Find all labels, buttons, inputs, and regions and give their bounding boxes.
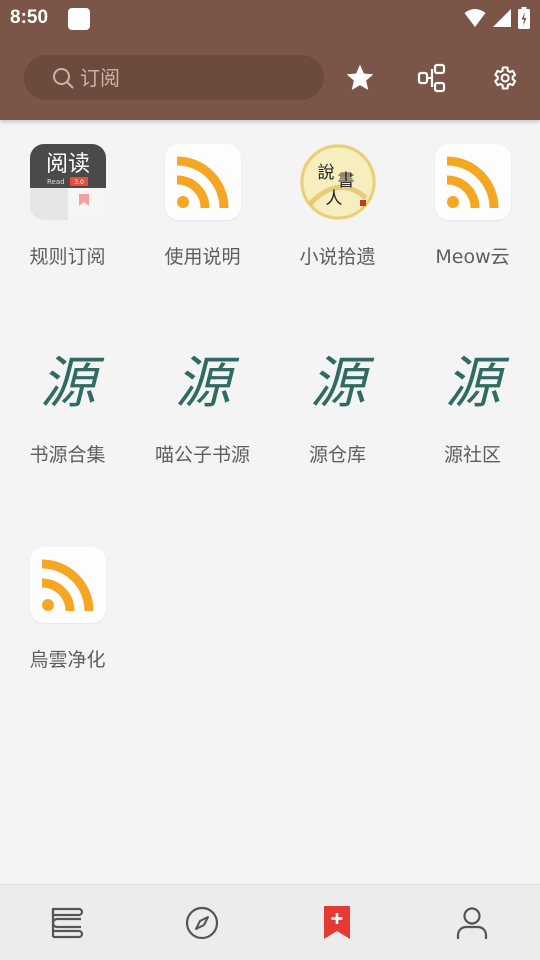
source-item[interactable]: 阅读 Read 3.0 规则订阅 [0,144,135,270]
svg-text:源: 源 [445,351,510,416]
source-label: 书源合集 [29,444,106,466]
group-button[interactable] [412,58,452,98]
status-bar: 8:50 [0,0,540,38]
source-label: 源仓库 [308,444,366,466]
source-label: 烏雲净化 [29,649,106,671]
gear-icon [494,66,517,90]
app-notification-icon [68,8,90,30]
source-label: 规则订阅 [29,246,106,268]
source-item[interactable]: 源 喵公子书源 [135,342,270,468]
yuan-calligraphy-icon: 源 [435,342,511,418]
cell-signal-icon [493,9,511,27]
svg-text:源: 源 [310,351,375,416]
source-label: Meow云 [435,246,510,268]
star-icon [346,64,374,90]
profile-icon [456,907,488,939]
source-label: 使用说明 [164,246,241,268]
nav-bookshelf[interactable] [47,903,87,943]
source-item[interactable]: 使用说明 [135,144,270,270]
status-time: 8:50 [10,7,49,28]
search-box[interactable] [24,55,324,100]
source-item[interactable]: 源 书源合集 [0,342,135,468]
search-icon [53,67,74,88]
yuan-calligraphy-icon: 源 [300,342,376,418]
settings-button[interactable] [484,58,524,98]
source-label: 小说拾遗 [299,246,376,268]
search-input[interactable] [80,65,300,90]
svg-text:人: 人 [325,189,342,209]
nav-profile[interactable] [452,903,492,943]
source-label: 源社区 [443,444,501,466]
shuo-shu-ren-icon: 說 書 人 [299,144,376,220]
rss-icon [29,547,106,623]
source-item[interactable]: 說 書 人 小说拾遗 [270,144,405,270]
read-app-icon: 阅读 Read 3.0 [29,144,106,220]
svg-text:3.0: 3.0 [74,179,84,186]
svg-text:阅读: 阅读 [45,152,89,177]
compass-icon [185,906,219,940]
group-icon [417,63,446,93]
rss-icon [434,144,511,220]
source-item[interactable]: 烏雲净化 [0,547,135,673]
bookshelf-icon [51,907,84,939]
svg-text:書: 書 [337,171,354,191]
source-item[interactable]: 源 源仓库 [270,342,405,468]
svg-text:源: 源 [40,351,105,416]
yuan-calligraphy-icon: 源 [165,342,241,418]
app-bar [0,38,540,120]
source-item[interactable]: 源 源社区 [405,342,540,468]
yuan-calligraphy-icon: 源 [30,342,106,418]
favorites-button[interactable] [340,58,380,98]
source-item[interactable]: Meow云 [405,144,540,270]
source-label: 喵公子书源 [154,444,250,466]
bottom-nav [0,884,540,960]
svg-text:Read: Read [47,178,65,186]
wifi-icon [464,9,486,27]
nav-subscription[interactable] [317,903,357,943]
subscription-bookmark-icon [324,906,350,939]
svg-text:源: 源 [175,351,240,416]
svg-text:說: 說 [317,163,334,183]
rss-icon [164,144,241,220]
nav-discover[interactable] [182,903,222,943]
battery-charging-icon [518,7,530,29]
